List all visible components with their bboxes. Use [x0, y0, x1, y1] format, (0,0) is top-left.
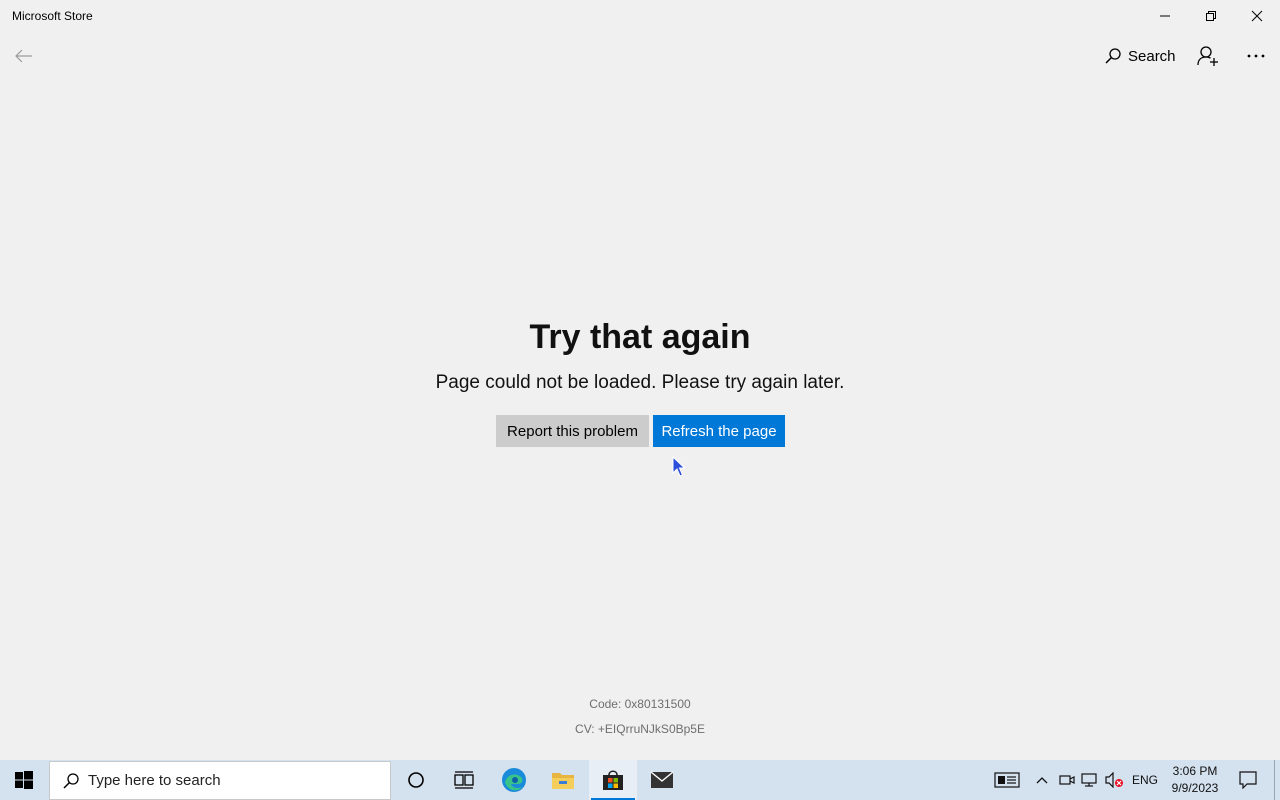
meet-now-icon — [1059, 775, 1075, 785]
mail-icon — [650, 771, 674, 788]
cortana-icon — [408, 772, 424, 788]
taskbar: Type here to search ENG 3:06 PM 9/9/2023 — [0, 760, 1280, 800]
file-explorer-button[interactable] — [539, 760, 587, 800]
volume-button[interactable] — [1104, 760, 1126, 800]
chevron-up-icon — [1036, 777, 1048, 784]
news-and-interests-button[interactable] — [990, 760, 1024, 800]
windows-logo-icon — [15, 771, 33, 789]
volume-muted-icon — [1105, 772, 1123, 788]
refresh-page-button[interactable]: Refresh the page — [653, 415, 785, 447]
error-title: Try that again — [529, 318, 751, 356]
input-language-indicator[interactable]: ENG — [1130, 760, 1160, 800]
meet-now-button[interactable] — [1058, 760, 1076, 800]
clock-time: 3:06 PM — [1172, 764, 1218, 778]
error-code: Code: 0x80131500 — [589, 697, 691, 711]
taskbar-search-placeholder: Type here to search — [88, 772, 221, 789]
more-icon — [1247, 54, 1265, 58]
more-options-button[interactable] — [1236, 38, 1276, 74]
clock[interactable]: 3:06 PM 9/9/2023 — [1166, 763, 1224, 799]
close-button[interactable] — [1234, 0, 1280, 32]
show-hidden-icons-button[interactable] — [1032, 760, 1052, 800]
search-button[interactable]: Search — [1096, 38, 1180, 74]
news-icon — [994, 772, 1020, 788]
app-title: Microsoft Store — [12, 9, 93, 23]
add-account-icon — [1197, 46, 1218, 66]
back-arrow-icon — [15, 49, 32, 63]
mail-button[interactable] — [638, 760, 686, 800]
account-button[interactable] — [1188, 38, 1228, 74]
restore-button[interactable] — [1188, 0, 1234, 32]
title-bar: Microsoft Store — [0, 0, 1280, 32]
search-icon — [1105, 48, 1121, 64]
file-explorer-icon — [552, 773, 574, 789]
network-button[interactable] — [1080, 760, 1100, 800]
clock-date: 9/9/2023 — [1171, 781, 1219, 795]
network-icon — [1081, 773, 1097, 787]
restore-icon — [1206, 11, 1216, 21]
minimize-button[interactable] — [1142, 0, 1188, 32]
notification-icon — [1239, 771, 1257, 789]
edge-icon — [502, 768, 526, 792]
cortana-button[interactable] — [392, 760, 440, 800]
close-icon — [1251, 10, 1263, 22]
search-icon — [62, 772, 80, 790]
action-center-button[interactable] — [1234, 760, 1262, 800]
error-message: Page could not be loaded. Please try aga… — [435, 372, 845, 393]
show-desktop-button[interactable] — [1274, 760, 1275, 800]
report-problem-button[interactable]: Report this problem — [496, 415, 649, 447]
task-view-icon — [454, 771, 474, 789]
start-button[interactable] — [0, 760, 48, 800]
correlation-vector: CV: +EIQrruNJkS0Bp5E — [575, 722, 705, 736]
mouse-cursor-icon — [672, 456, 686, 477]
app-bar: Search — [0, 32, 1280, 80]
microsoft-store-button[interactable] — [589, 760, 637, 800]
minimize-icon — [1160, 15, 1170, 17]
search-button-label: Search — [1128, 47, 1176, 65]
task-view-button[interactable] — [440, 760, 488, 800]
edge-button[interactable] — [490, 760, 538, 800]
microsoft-store-icon — [603, 770, 623, 790]
taskbar-search-box[interactable]: Type here to search — [49, 761, 391, 800]
back-button[interactable] — [0, 32, 48, 80]
